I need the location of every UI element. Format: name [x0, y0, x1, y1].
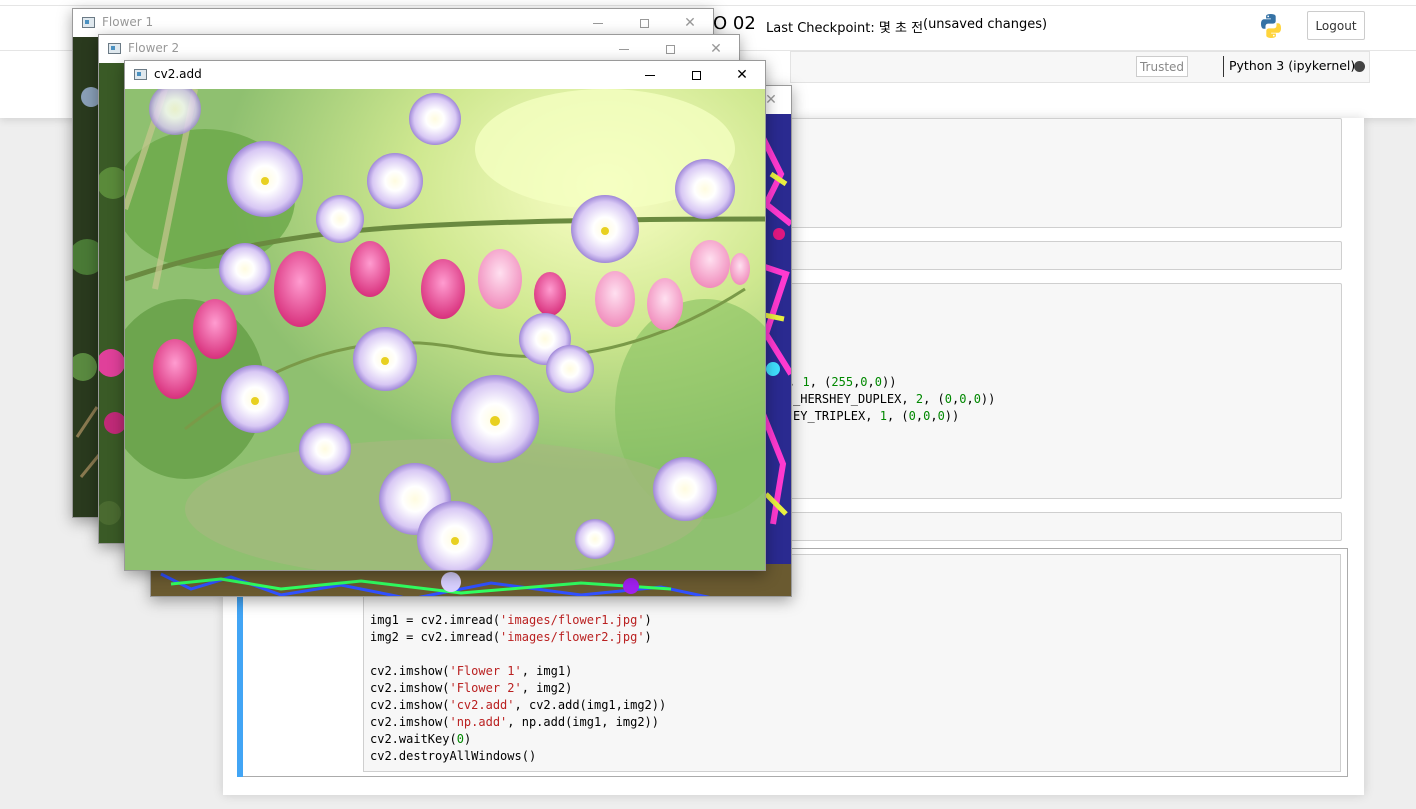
code-line: img1 = cv2.imread('images/flower1.jpg') [370, 613, 652, 627]
window-titlebar[interactable]: Flower 2 ✕ [99, 35, 739, 63]
autosave-status: (unsaved changes) [923, 17, 1048, 32]
checkpoint-status: Last Checkpoint: 몇 초 전 [766, 17, 923, 36]
kernel-divider [1223, 56, 1224, 77]
checkpoint-label: Last Checkpoint: [766, 21, 875, 36]
code-cell-input[interactable] [770, 118, 1342, 228]
close-icon[interactable]: ✕ [667, 9, 713, 37]
window-titlebar[interactable]: Flower 1 ✕ [73, 9, 713, 37]
code-line: cv2.imshow('np.add', np.add(img1, img2)) [370, 715, 659, 729]
cv2-add-image [125, 89, 765, 570]
minimize-icon[interactable] [627, 61, 673, 89]
code-line: cv2.imshow('cv2.add', cv2.add(img1,img2)… [370, 698, 667, 712]
trusted-indicator[interactable]: Trusted [1136, 56, 1188, 77]
close-icon[interactable]: ✕ [693, 35, 739, 63]
code-line: EY_TRIPLEX, 1, (0,0,0)) [793, 409, 960, 423]
logout-button[interactable]: Logout [1307, 11, 1365, 40]
code-line: cv2.imshow('Flower 2', img2) [370, 681, 573, 695]
maximize-icon[interactable] [647, 35, 693, 63]
app-icon [134, 69, 147, 80]
code-cell-input[interactable] [770, 241, 1342, 270]
cv2-add-window[interactable]: cv2.add ✕ [124, 60, 766, 571]
python-logo-icon [1261, 14, 1281, 38]
close-icon[interactable]: ✕ [719, 61, 765, 89]
code-line: , 1, (255,0,0)) [788, 375, 897, 389]
header-top-divider [0, 5, 1416, 6]
app-icon [108, 43, 121, 54]
kernel-status-icon [1354, 61, 1365, 72]
window-titlebar[interactable]: cv2.add ✕ [125, 61, 765, 89]
code-line: cv2.destroyAllWindows() [370, 749, 537, 763]
minimize-icon[interactable] [601, 35, 647, 63]
code-line: img2 = cv2.imread('images/flower2.jpg') [370, 630, 652, 644]
maximize-icon[interactable] [621, 9, 667, 37]
minimize-icon[interactable] [575, 9, 621, 37]
maximize-icon[interactable] [673, 61, 719, 89]
code-cell-input[interactable] [770, 283, 1342, 499]
notebook-title[interactable]: O 02 [713, 13, 756, 34]
window-title: cv2.add [154, 67, 202, 81]
code-line: cv2.imshow('Flower 1', img1) [370, 664, 573, 678]
code-cell-input[interactable] [770, 512, 1342, 541]
window-title: Flower 2 [128, 41, 180, 55]
window-title: Flower 1 [102, 15, 154, 29]
kernel-name[interactable]: Python 3 (ipykernel) [1229, 58, 1355, 73]
checkpoint-time: 몇 초 전 [878, 21, 924, 36]
app-icon [82, 17, 95, 28]
code-line: cv2.waitKey(0) [370, 732, 472, 746]
code-line: _HERSHEY_DUPLEX, 2, (0,0,0)) [793, 392, 996, 406]
